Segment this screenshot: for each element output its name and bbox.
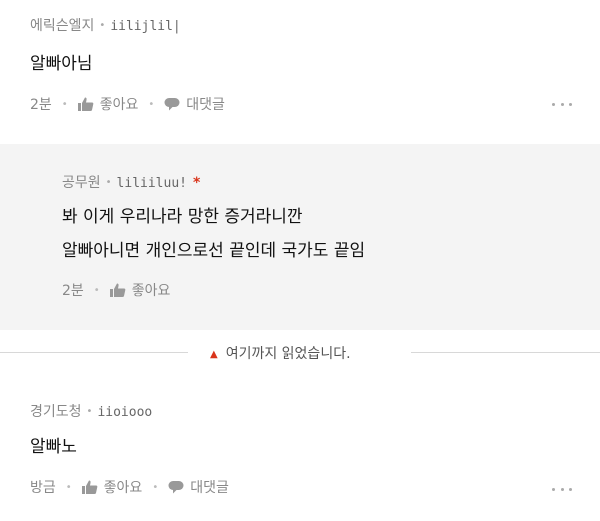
- reply-label: 대댓글: [190, 480, 229, 496]
- comment-line: 알빠아니면 개인으로선 끝인데 국가도 끝임: [62, 241, 366, 261]
- reply-comment: 공무원 • liliiluu! * 봐 이게 우리나라 망한 증거라니깐 알빠아니면 …: [0, 144, 600, 330]
- more-options-icon[interactable]: [552, 103, 572, 109]
- comment-user-id[interactable]: iioiooo: [97, 405, 152, 420]
- comment-nickname[interactable]: 에릭슨엘지: [30, 18, 94, 34]
- like-label: 좋아요: [99, 97, 139, 113]
- thumbs-up-icon: [109, 283, 126, 297]
- read-marker: ▲ 여기까지 읽었습니다.: [210, 343, 351, 363]
- comment-nickname[interactable]: 공무원: [62, 175, 101, 191]
- comment-time: 2분: [30, 97, 52, 113]
- action-separator: •: [93, 284, 100, 296]
- read-marker-divider: ▲ 여기까지 읽었습니다.: [0, 346, 600, 362]
- comment-text: 봐 이게 우리나라 망한 증거라니깐 알빠아니면 개인으로선 끝인데 국가도 끝…: [62, 200, 365, 268]
- triangle-up-icon: ▲: [210, 349, 218, 360]
- thumbs-up-icon: [81, 480, 97, 494]
- divider-line-left: [0, 352, 188, 353]
- comment-text: 알빠노: [30, 437, 77, 457]
- read-marker-label: 여기까지 읽었습니다.: [225, 346, 351, 362]
- comment-meta: 경기도청 • iioiooo: [30, 401, 152, 421]
- comment-meta: 공무원 • liliiluu! *: [62, 172, 200, 192]
- action-separator: •: [152, 481, 159, 493]
- author-badge: *: [193, 175, 201, 191]
- comment-text: 알빠아님: [30, 54, 93, 74]
- comment-actions: 2분 • 좋아요: [62, 280, 170, 300]
- like-label: 좋아요: [103, 480, 143, 496]
- comment-actions: 2분 • 좋아요 • 대댓글: [30, 94, 225, 114]
- meta-separator: •: [99, 20, 106, 31]
- meta-separator: •: [86, 406, 93, 417]
- thumbs-up-icon: [77, 97, 94, 111]
- speech-bubble-icon: [168, 481, 184, 494]
- like-button[interactable]: 좋아요: [109, 280, 171, 300]
- action-separator: •: [61, 98, 68, 110]
- comment-user-id[interactable]: liliiluu!: [117, 176, 187, 191]
- more-options-icon[interactable]: [552, 488, 572, 494]
- comment: 에릭슨엘지 • iilijlil| 알빠아님 2분 • 좋아요 • 대댓글: [0, 0, 600, 131]
- comment-meta: 에릭슨엘지 • iilijlil|: [30, 15, 181, 35]
- like-button[interactable]: 좋아요: [77, 94, 139, 114]
- reply-label: 대댓글: [186, 97, 225, 113]
- divider-line-right: [411, 352, 600, 353]
- action-separator: •: [148, 98, 155, 110]
- comment-time: 방금: [30, 480, 56, 496]
- comment-user-id[interactable]: iilijlil|: [110, 19, 180, 34]
- meta-separator: •: [105, 177, 112, 188]
- action-separator: •: [65, 481, 72, 493]
- reply-button[interactable]: 대댓글: [168, 477, 229, 497]
- like-label: 좋아요: [131, 283, 171, 299]
- comment: 경기도청 • iioiooo 알빠노 방금 • 좋아요 • 대댓글: [0, 380, 600, 521]
- comment-actions: 방금 • 좋아요 • 대댓글: [30, 477, 229, 497]
- comment-nickname[interactable]: 경기도청: [30, 404, 82, 420]
- speech-bubble-icon: [164, 98, 180, 111]
- reply-button[interactable]: 대댓글: [164, 94, 225, 114]
- comment-line: 봐 이게 우리나라 망한 증거라니깐: [62, 207, 303, 227]
- like-button[interactable]: 좋아요: [81, 477, 143, 497]
- comment-time: 2분: [62, 283, 84, 299]
